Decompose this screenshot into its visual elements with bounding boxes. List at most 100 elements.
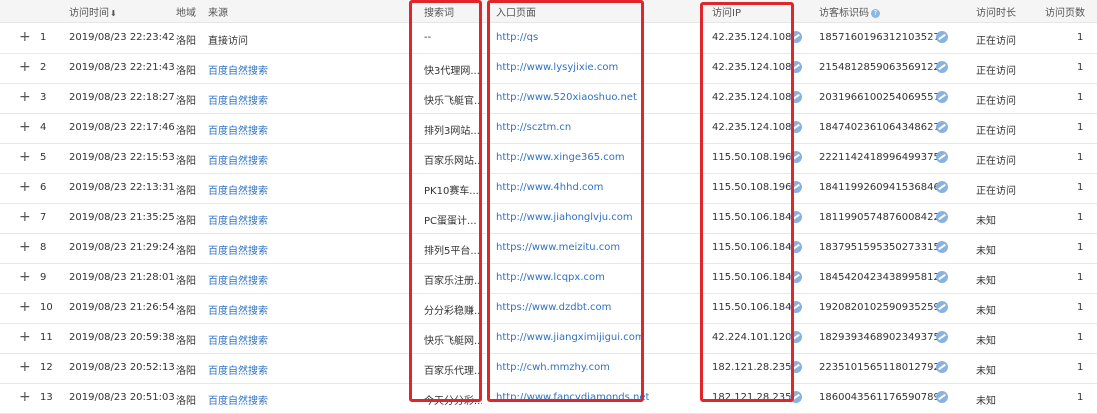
ip-trend-icon[interactable]: [790, 211, 802, 223]
visit-duration: 正在访问: [976, 96, 1016, 107]
entry-page-link[interactable]: http://qs: [496, 32, 538, 43]
visitor-ip: 115.50.108.196: [712, 152, 792, 163]
expand-row-icon[interactable]: +: [19, 329, 31, 345]
visitor-trend-icon[interactable]: [936, 361, 948, 373]
entry-page-link[interactable]: http://cwh.mmzhy.com: [496, 362, 610, 373]
expand-row-icon[interactable]: +: [19, 209, 31, 225]
help-icon[interactable]: ?: [871, 9, 880, 18]
search-keyword: 百家乐网站...: [424, 156, 482, 167]
visit-time: 2019/08/23 22:15:53: [69, 152, 175, 163]
source[interactable]: 百度自然搜索: [208, 362, 268, 377]
region: 洛阳: [176, 306, 196, 317]
ip-trend-icon[interactable]: [790, 361, 802, 373]
expand-row-icon[interactable]: +: [19, 359, 31, 375]
table-row[interactable]: +1 2019/08/23 22:23:42 洛阳 直接访问 -- http://qs 42…: [0, 23, 1097, 54]
source[interactable]: 百度自然搜索: [208, 92, 268, 107]
visitor-trend-icon[interactable]: [936, 271, 948, 283]
table-row[interactable]: +4 2019/08/23 22:17:46 洛阳 百度自然搜索 排列3网站... htt…: [0, 113, 1097, 144]
ip-trend-icon[interactable]: [790, 301, 802, 313]
visitor-trend-icon[interactable]: [936, 331, 948, 343]
table-row[interactable]: +9 2019/08/23 21:28:01 洛阳 百度自然搜索 百家乐注册... htt…: [0, 263, 1097, 294]
source[interactable]: 百度自然搜索: [208, 212, 268, 227]
entry-page-link[interactable]: https://www.dzdbt.com: [496, 302, 611, 313]
table-row[interactable]: +10 2019/08/23 21:26:54 洛阳 百度自然搜索 分分彩稳赚... ht…: [0, 293, 1097, 324]
ip-trend-icon[interactable]: [790, 151, 802, 163]
entry-page-link[interactable]: http://www.lcqpx.com: [496, 272, 605, 283]
entry-page-link[interactable]: http://www.4hhd.com: [496, 182, 603, 193]
expand-row-icon[interactable]: +: [19, 299, 31, 315]
visitor-trend-icon[interactable]: [936, 211, 948, 223]
ip-trend-icon[interactable]: [790, 241, 802, 253]
page-count: 1: [1077, 32, 1084, 43]
source[interactable]: 百度自然搜索: [208, 302, 268, 317]
table-row[interactable]: +8 2019/08/23 21:29:24 洛阳 百度自然搜索 排列5平台... htt…: [0, 233, 1097, 264]
ip-trend-icon[interactable]: [790, 331, 802, 343]
expand-row-icon[interactable]: +: [19, 29, 31, 45]
visitor-trend-icon[interactable]: [936, 121, 948, 133]
entry-page-link[interactable]: https://www.meizitu.com: [496, 242, 620, 253]
ip-trend-icon[interactable]: [790, 181, 802, 193]
visitor-trend-icon[interactable]: [936, 151, 948, 163]
table-row[interactable]: +2 2019/08/23 22:21:43 洛阳 百度自然搜索 快3代理网... htt…: [0, 53, 1097, 84]
expand-row-icon[interactable]: +: [19, 239, 31, 255]
entry-page-link[interactable]: http://www.jiangximijigui.com: [496, 332, 645, 343]
expand-row-icon[interactable]: +: [19, 179, 31, 195]
ip-trend-icon[interactable]: [790, 61, 802, 73]
expand-row-icon[interactable]: +: [19, 389, 31, 405]
source[interactable]: 百度自然搜索: [208, 122, 268, 137]
visitor-ip: 42.235.124.108: [712, 92, 792, 103]
sort-desc-icon[interactable]: ⬇: [110, 9, 117, 18]
visitor-trend-icon[interactable]: [936, 61, 948, 73]
col-source-header: 来源: [208, 8, 228, 19]
page-count: 1: [1077, 122, 1084, 133]
visit-time: 2019/08/23 20:52:13: [69, 362, 175, 373]
table-row[interactable]: +7 2019/08/23 21:35:25 洛阳 百度自然搜索 PC蛋蛋计... htt…: [0, 203, 1097, 234]
entry-page-link[interactable]: http://www.xinge365.com: [496, 152, 625, 163]
expand-row-icon[interactable]: +: [19, 149, 31, 165]
source[interactable]: 百度自然搜索: [208, 182, 268, 197]
source[interactable]: 百度自然搜索: [208, 272, 268, 287]
col-time-header[interactable]: 访问时间⬇: [69, 4, 117, 19]
visitor-trend-icon[interactable]: [936, 391, 948, 403]
row-index: 13: [40, 392, 53, 403]
expand-row-icon[interactable]: +: [19, 119, 31, 135]
ip-trend-icon[interactable]: [790, 391, 802, 403]
table-row[interactable]: +6 2019/08/23 22:13:31 洛阳 百度自然搜索 PK10赛车... ht…: [0, 173, 1097, 204]
table-row[interactable]: +13 2019/08/23 20:51:03 洛阳 百度自然搜索 今天分分彩... ht…: [0, 383, 1097, 414]
ip-trend-icon[interactable]: [790, 271, 802, 283]
search-keyword: 快乐飞艇网...: [424, 336, 482, 347]
table-row[interactable]: +5 2019/08/23 22:15:53 洛阳 百度自然搜索 百家乐网站... htt…: [0, 143, 1097, 174]
entry-page-link[interactable]: http://www.fancydiamonds.net: [496, 392, 649, 403]
entry-page-link[interactable]: http://www.lysyjixie.com: [496, 62, 618, 73]
source[interactable]: 百度自然搜索: [208, 242, 268, 257]
entry-page-link[interactable]: http://scztm.cn: [496, 122, 571, 133]
table-row[interactable]: +11 2019/08/23 20:59:38 洛阳 百度自然搜索 快乐飞艇网... ht…: [0, 323, 1097, 354]
page-count: 1: [1077, 182, 1084, 193]
visitor-trend-icon[interactable]: [936, 31, 948, 43]
table-row[interactable]: +12 2019/08/23 20:52:13 洛阳 百度自然搜索 百家乐代理... ht…: [0, 353, 1097, 384]
ip-trend-icon[interactable]: [790, 121, 802, 133]
expand-row-icon[interactable]: +: [19, 59, 31, 75]
visitor-ip: 115.50.106.184: [712, 212, 792, 223]
ip-trend-icon[interactable]: [790, 91, 802, 103]
ip-trend-icon[interactable]: [790, 31, 802, 43]
col-visitor-label: 访客标识码: [819, 8, 869, 19]
visitor-trend-icon[interactable]: [936, 181, 948, 193]
expand-row-icon[interactable]: +: [19, 89, 31, 105]
table-row[interactable]: +3 2019/08/23 22:18:27 洛阳 百度自然搜索 快乐飞艇官... htt…: [0, 83, 1097, 114]
row-index: 11: [40, 332, 53, 343]
source[interactable]: 百度自然搜索: [208, 62, 268, 77]
page-count: 1: [1077, 392, 1084, 403]
visitor-trend-icon[interactable]: [936, 241, 948, 253]
entry-page-link[interactable]: http://www.jiahonglvju.com: [496, 212, 633, 223]
expand-row-icon[interactable]: +: [19, 269, 31, 285]
visit-time: 2019/08/23 22:18:27: [69, 92, 175, 103]
visitor-trend-icon[interactable]: [936, 301, 948, 313]
entry-page-link[interactable]: http://www.520xiaoshuo.net: [496, 92, 637, 103]
visit-duration: 正在访问: [976, 186, 1016, 197]
page-count: 1: [1077, 332, 1084, 343]
col-duration-header: 访问时长: [976, 8, 1016, 19]
source[interactable]: 百度自然搜索: [208, 332, 268, 347]
visitor-trend-icon[interactable]: [936, 91, 948, 103]
source[interactable]: 百度自然搜索: [208, 152, 268, 167]
